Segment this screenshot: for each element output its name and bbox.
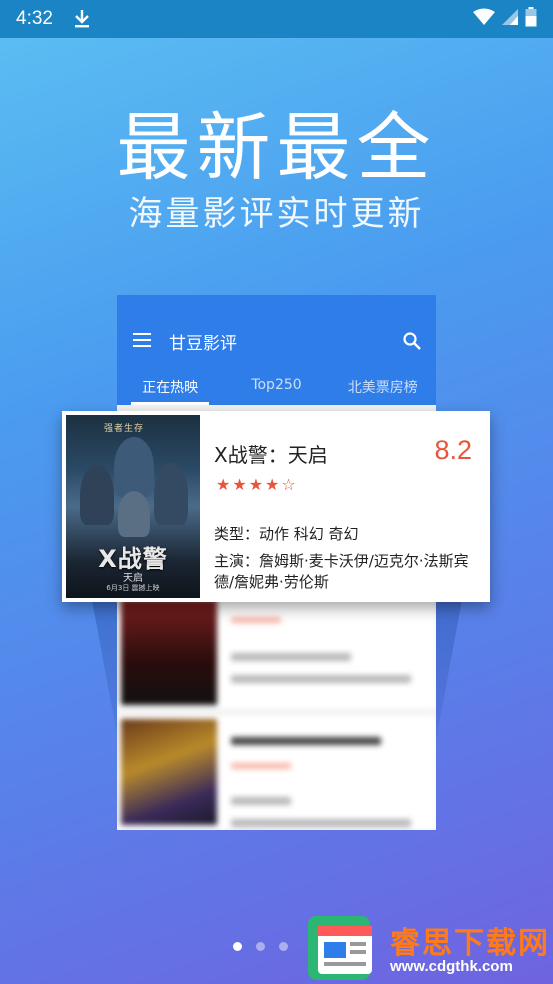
poster-date: 6月3日 震撼上映: [106, 584, 160, 592]
list-poster: [121, 719, 217, 825]
app-bar: 甘豆影评 正在热映 Top250 北美票房榜: [117, 295, 436, 405]
status-time: 4:32: [16, 8, 53, 29]
search-icon[interactable]: [402, 331, 422, 351]
poster-subtitle: 天启: [123, 573, 143, 584]
hero-title: 最新最全: [116, 105, 437, 191]
wifi-icon: [473, 8, 495, 30]
poster-tagline: 强者生存: [104, 424, 145, 434]
movie-poster: 强者生存 X战警 天启 6月3日 震撼上映: [66, 415, 200, 598]
tab-top250[interactable]: Top250: [223, 365, 329, 405]
page-dot[interactable]: [279, 942, 288, 951]
watermark-logo-icon: [306, 912, 378, 984]
movie-title: X战警：天启: [214, 443, 328, 467]
signal-icon: [501, 8, 519, 30]
page-dot[interactable]: [233, 942, 242, 951]
list-line: [231, 737, 381, 745]
watermark-url: www.cdgthk.com: [390, 958, 513, 975]
list-line: [231, 675, 411, 683]
list-stars: [231, 617, 281, 623]
menu-icon[interactable]: [133, 333, 151, 347]
movie-cast: 主演：詹姆斯·麦卡沃伊/迈克尔·法斯宾德/詹妮弗·劳伦斯: [214, 552, 469, 591]
movie-score: 8.2: [434, 435, 472, 465]
status-bar: 4:32: [0, 0, 553, 38]
list-item[interactable]: [117, 715, 436, 829]
list-stars: [231, 763, 291, 769]
tab-bar: 正在热映 Top250 北美票房榜: [117, 365, 436, 405]
list-poster: [121, 599, 217, 705]
hero-subtitle: 海量影评实时更新: [128, 194, 425, 234]
battery-icon: [525, 7, 537, 31]
tab-now-showing[interactable]: 正在热映: [117, 365, 223, 405]
list-line: [231, 653, 351, 661]
status-icons: [473, 7, 537, 31]
list-line: [231, 797, 291, 805]
list-item[interactable]: [117, 595, 436, 709]
app-title: 甘豆影评: [169, 334, 237, 354]
featured-movie-card[interactable]: 强者生存 X战警 天启 6月3日 震撼上映 X战警：天启 8.2 ★★★★☆ 类…: [62, 411, 490, 602]
download-icon: [73, 9, 91, 29]
tab-na-box-office[interactable]: 北美票房榜: [330, 365, 436, 405]
list-line: [231, 819, 411, 827]
page-dot[interactable]: [256, 942, 265, 951]
watermark-name: 睿思下载网: [390, 926, 550, 961]
page-indicator: [233, 942, 288, 951]
rating-stars: ★★★★☆: [216, 475, 298, 494]
movie-genre: 类型：动作 科幻 奇幻: [214, 525, 359, 543]
